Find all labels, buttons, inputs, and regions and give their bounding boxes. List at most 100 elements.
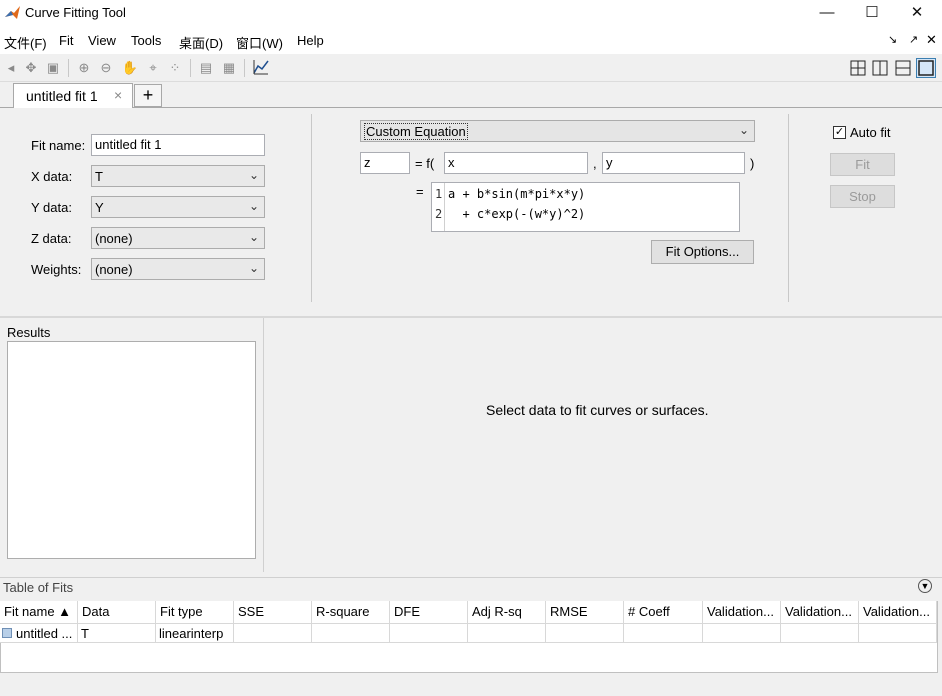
menu-file[interactable]: 文件(F) (4, 33, 47, 52)
dock-arrow-icon[interactable]: ↘ (888, 33, 897, 46)
undock-arrow-icon[interactable]: ↗ (909, 33, 918, 46)
independent-variable-x-input[interactable]: x (444, 152, 588, 174)
z-data-label: Z data: (31, 231, 72, 246)
equation-line: a + b*sin(m*pi*x*y) (448, 187, 586, 201)
close-panel-icon[interactable]: ✕ (926, 32, 937, 48)
column-header[interactable]: SSE (234, 601, 312, 624)
x-data-select[interactable]: T ⌄ (91, 165, 265, 187)
title-bar: Curve Fitting Tool — ☐ ✕ (0, 0, 942, 27)
column-header[interactable]: Fit name ▲ (0, 601, 78, 624)
dependent-variable-input[interactable]: z (360, 152, 410, 174)
menu-view[interactable]: View (88, 33, 116, 48)
fit-options-button[interactable]: Fit Options... (651, 240, 754, 264)
fit-name-input[interactable]: untitled fit 1 (91, 134, 265, 156)
table-cell[interactable] (703, 624, 781, 643)
rotate-icon[interactable]: ◂ (2, 59, 20, 77)
add-fit-tab-button[interactable]: + (134, 84, 162, 107)
weights-select[interactable]: (none) ⌄ (91, 258, 265, 280)
results-text-area[interactable] (7, 341, 256, 559)
layout-single-button[interactable] (916, 58, 936, 78)
window-title: Curve Fitting Tool (25, 5, 126, 20)
y-data-select[interactable]: Y ⌄ (91, 196, 265, 218)
y-data-value: Y (95, 200, 104, 215)
menu-desktop[interactable]: 桌面(D) (179, 33, 223, 52)
fit-type-select[interactable]: Custom Equation ⌄ (360, 120, 755, 142)
column-header[interactable]: Fit type (156, 601, 234, 624)
equation-editor[interactable]: 1 2 a + b*sin(m*pi*x*y) + c*exp(-(w*y)^2… (431, 182, 740, 232)
column-header[interactable]: DFE (390, 601, 468, 624)
column-header[interactable]: Validation... (781, 601, 859, 624)
toolbar: ◂ ✥ ▣ ⊕ ⊖ ✋ ⌖ ⁘ ▤ ▦ (0, 54, 942, 82)
layout-columns-button[interactable] (870, 58, 890, 78)
fit-name-label: Fit name: (31, 138, 86, 153)
menu-bar: 文件(F) Fit View Tools 桌面(D) 窗口(W) Help ↘ … (0, 27, 942, 54)
table-of-fits-header: Table of Fits ▼ (0, 577, 942, 597)
column-header[interactable]: Data (78, 601, 156, 624)
column-header[interactable]: Validation... (703, 601, 781, 624)
minimize-button[interactable]: — (804, 0, 850, 27)
zoom-out-icon[interactable]: ⊖ (97, 59, 115, 77)
z-data-select[interactable]: (none) ⌄ (91, 227, 265, 249)
stop-button[interactable]: Stop (830, 185, 895, 208)
line-number: 1 (435, 187, 443, 201)
table-cell[interactable] (234, 624, 312, 643)
chevron-down-icon: ⌄ (248, 168, 259, 182)
chevron-down-icon: ⌄ (248, 261, 259, 275)
menu-fit[interactable]: Fit (59, 33, 73, 48)
equals-label: = (416, 184, 424, 199)
table-cell[interactable] (390, 624, 468, 643)
column-header[interactable]: # Coeff (624, 601, 703, 624)
pan-hand-icon[interactable]: ✋ (121, 59, 139, 77)
table-cell[interactable] (624, 624, 703, 643)
pan-3d-icon[interactable]: ✥ (22, 59, 40, 77)
x-data-value: T (95, 169, 103, 184)
auto-fit-checkbox[interactable]: ✓ (833, 126, 846, 139)
independent-variable-y-input[interactable]: y (602, 152, 745, 174)
tab-close-icon[interactable]: × (114, 87, 122, 103)
table-cell[interactable] (312, 624, 390, 643)
menu-tools[interactable]: Tools (131, 33, 161, 48)
line-number: 2 (435, 207, 443, 221)
data-cursor-icon[interactable]: ⌖ (144, 59, 162, 77)
table-cell[interactable] (468, 624, 546, 643)
menu-help[interactable]: Help (297, 33, 324, 48)
fit-button[interactable]: Fit (830, 153, 895, 176)
chevron-down-icon: ⌄ (248, 230, 259, 244)
maximize-button[interactable]: ☐ (849, 0, 895, 27)
close-window-button[interactable]: ✕ (894, 0, 940, 27)
fit-settings-panel: Fit name: untitled fit 1 X data: T ⌄ Y d… (0, 108, 942, 316)
table-cell[interactable] (546, 624, 624, 643)
prediction-bounds-icon[interactable] (252, 58, 270, 76)
table-cell[interactable]: T (78, 624, 156, 643)
plot-settings-icon[interactable]: ▣ (44, 59, 62, 77)
equation-line: + c*exp(-(w*y)^2) (448, 207, 586, 221)
fit-tab-strip: untitled fit 1 × + (0, 82, 942, 108)
exclude-outliers-icon[interactable]: ⁘ (166, 59, 184, 77)
collapse-panel-icon[interactable]: ▼ (918, 579, 932, 593)
comma-label: , (593, 156, 597, 171)
column-header[interactable]: RMSE (546, 601, 624, 624)
zoom-in-icon[interactable]: ⊕ (75, 59, 93, 77)
grid-icon[interactable]: ▦ (220, 59, 238, 77)
tab-untitled-fit-1[interactable]: untitled fit 1 × (13, 83, 133, 108)
legend-icon[interactable]: ▤ (197, 59, 215, 77)
table-cell[interactable] (781, 624, 859, 643)
z-data-value: (none) (95, 231, 133, 246)
results-panel: Results (0, 318, 264, 572)
layout-rows-button[interactable] (893, 58, 913, 78)
layout-grid-button[interactable] (848, 58, 868, 78)
column-header[interactable]: Validation... (859, 601, 937, 624)
plot-panel[interactable]: Select data to fit curves or surfaces. (266, 318, 942, 572)
panel-divider (788, 114, 789, 302)
auto-fit-label: Auto fit (850, 125, 891, 140)
column-header[interactable]: Adj R-sq (468, 601, 546, 624)
menu-window[interactable]: 窗口(W) (236, 33, 283, 52)
plot-placeholder-message: Select data to fit curves or surfaces. (486, 402, 709, 418)
results-label: Results (7, 325, 51, 340)
table-cell[interactable]: linearinterp (156, 624, 234, 643)
weights-label: Weights: (31, 262, 82, 277)
column-header[interactable]: R-square (312, 601, 390, 624)
table-cell[interactable] (859, 624, 937, 643)
chevron-down-icon: ⌄ (738, 123, 749, 137)
close-paren-label: ) (750, 156, 755, 171)
